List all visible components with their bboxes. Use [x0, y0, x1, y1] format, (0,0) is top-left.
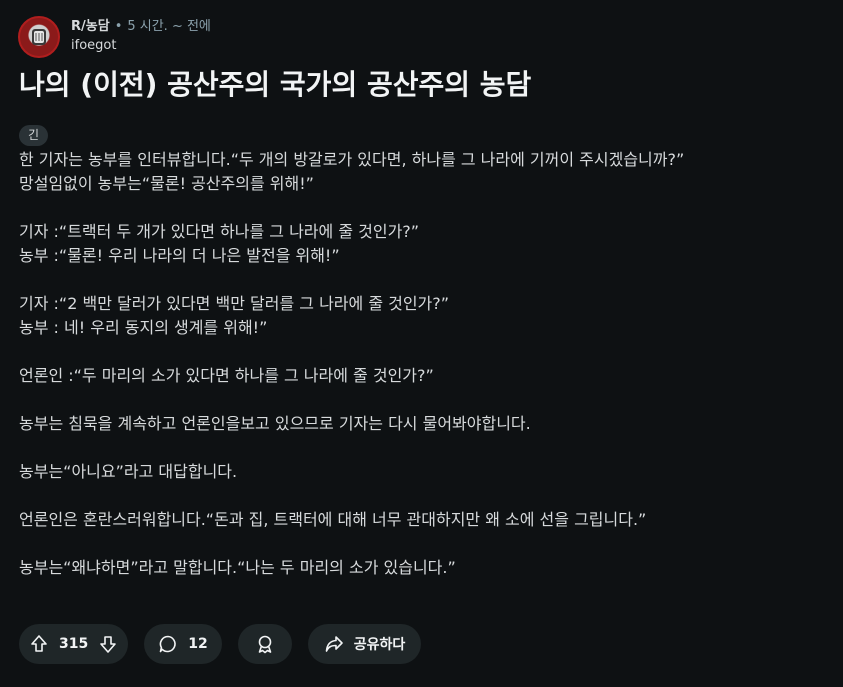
vote-count: 315	[59, 636, 89, 652]
body-line: 농부는“왜냐하면”라고 말합니다.“나는 두 마리의 소가 있습니다.”	[19, 558, 456, 577]
body-line: 한 기자는 농부를 인터뷰합니다.“두 개의 방갈로가 있다면, 하나를 그 나…	[19, 150, 685, 169]
comment-count: 12	[188, 636, 208, 652]
post-meta-line: R/농담 • 5 시간. ~ 전에	[71, 17, 211, 37]
comment-bubble-icon	[158, 634, 178, 654]
body-line: 망설임없이 농부는“물론! 공산주의를 위해!”	[19, 174, 314, 193]
post-meta: R/농담 • 5 시간. ~ 전에 ifoegot	[71, 17, 211, 55]
body-line: 농부 : 네! 우리 동지의 생계를 위해!”	[19, 318, 268, 337]
share-label: 공유하다	[353, 637, 406, 653]
author-link[interactable]: ifoegot	[71, 37, 211, 55]
separator-dot: •	[114, 19, 123, 34]
action-bar: 315 12 공유하다	[19, 624, 422, 664]
vote-control: 315	[19, 624, 129, 664]
post-title: 나의 (이전) 공산주의 국가의 공산주의 농담	[19, 68, 532, 101]
body-paragraph: 기자 :“2 백만 달러가 있다면 백만 달러를 그 나라에 줄 것인가?” 농부…	[19, 292, 819, 340]
award-button[interactable]	[237, 624, 292, 664]
arrow-down-icon[interactable]	[98, 634, 118, 654]
comments-button[interactable]: 12	[144, 624, 222, 664]
body-paragraph: 농부는 침묵을 계속하고 언론인을보고 있으므로 기자는 다시 물어봐야합니다.	[19, 412, 819, 436]
body-line: 기자 :“트랙터 두 개가 있다면 하나를 그 나라에 줄 것인가?”	[19, 222, 420, 241]
body-line: 언론인은 혼란스러워합니다.“돈과 집, 트랙터에 대해 너무 관대하지만 왜 …	[19, 510, 647, 529]
body-line: 언론인 :“두 마리의 소가 있다면 하나를 그 나라에 줄 것인가?”	[19, 366, 434, 385]
subreddit-link[interactable]: R/농담	[71, 19, 110, 34]
body-line: 농부는“아니요”라고 대답합니다.	[19, 462, 238, 481]
post-flair[interactable]: 긴	[19, 125, 49, 146]
body-paragraph: 농부는“왜냐하면”라고 말합니다.“나는 두 마리의 소가 있습니다.”	[19, 556, 819, 580]
post-body: 한 기자는 농부를 인터뷰합니다.“두 개의 방갈로가 있다면, 하나를 그 나…	[19, 148, 819, 604]
share-arrow-icon	[324, 634, 344, 654]
share-button[interactable]: 공유하다	[307, 624, 422, 664]
award-icon	[255, 634, 275, 654]
post-time: 5 시간. ~ 전에	[127, 19, 211, 34]
body-paragraph: 언론인 :“두 마리의 소가 있다면 하나를 그 나라에 줄 것인가?”	[19, 364, 819, 388]
subreddit-avatar-icon[interactable]	[18, 16, 60, 58]
body-line: 농부 :“물론! 우리 나라의 더 나은 발전을 위해!”	[19, 246, 340, 265]
body-line: 농부는 침묵을 계속하고 언론인을보고 있으므로 기자는 다시 물어봐야합니다.	[19, 414, 531, 433]
post-header: R/농담 • 5 시간. ~ 전에 ifoegot	[18, 16, 211, 58]
arrow-up-icon[interactable]	[29, 634, 49, 654]
body-paragraph: 한 기자는 농부를 인터뷰합니다.“두 개의 방갈로가 있다면, 하나를 그 나…	[19, 148, 819, 196]
body-paragraph: 농부는“아니요”라고 대답합니다.	[19, 460, 819, 484]
body-line: 기자 :“2 백만 달러가 있다면 백만 달러를 그 나라에 줄 것인가?”	[19, 294, 450, 313]
body-paragraph: 언론인은 혼란스러워합니다.“돈과 집, 트랙터에 대해 너무 관대하지만 왜 …	[19, 508, 819, 532]
body-paragraph: 기자 :“트랙터 두 개가 있다면 하나를 그 나라에 줄 것인가?” 농부 :“…	[19, 220, 819, 268]
